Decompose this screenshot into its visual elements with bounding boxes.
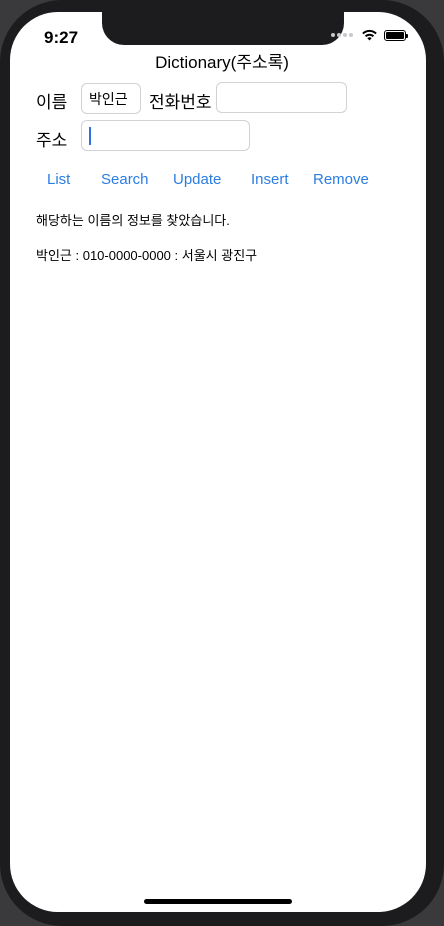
status-icons [331, 29, 408, 41]
text-cursor [89, 126, 91, 145]
device-notch [102, 12, 344, 45]
result-record: 박인근 : 010-0000-0000 : 서울시 광진구 [36, 248, 258, 263]
status-message: 해당하는 이름의 정보를 찾았습니다. [36, 213, 230, 228]
signal-dots-icon [331, 33, 353, 37]
list-button[interactable]: List [47, 171, 70, 188]
phone-field[interactable] [216, 82, 347, 113]
app-screen: 9:27 Dictionary(주소록) 이름 박인근 전화번호 주소 List… [10, 12, 426, 912]
address-label: 주소 [36, 131, 68, 150]
name-field[interactable]: 박인근 [81, 83, 141, 114]
update-button[interactable]: Update [173, 171, 221, 188]
status-time: 9:27 [44, 28, 79, 47]
insert-button[interactable]: Insert [251, 171, 289, 188]
address-field[interactable] [81, 120, 250, 151]
phone-label: 전화번호 [149, 93, 212, 112]
home-indicator[interactable] [144, 899, 292, 904]
name-label: 이름 [36, 93, 68, 112]
device-bezel: 9:27 Dictionary(주소록) 이름 박인근 전화번호 주소 List… [0, 0, 444, 926]
wifi-icon [362, 29, 377, 41]
battery-icon [384, 29, 408, 41]
page-title: Dictionary(주소록) [155, 53, 289, 72]
name-field-value: 박인근 [89, 90, 128, 107]
search-button[interactable]: Search [101, 171, 149, 188]
remove-button[interactable]: Remove [313, 171, 369, 188]
